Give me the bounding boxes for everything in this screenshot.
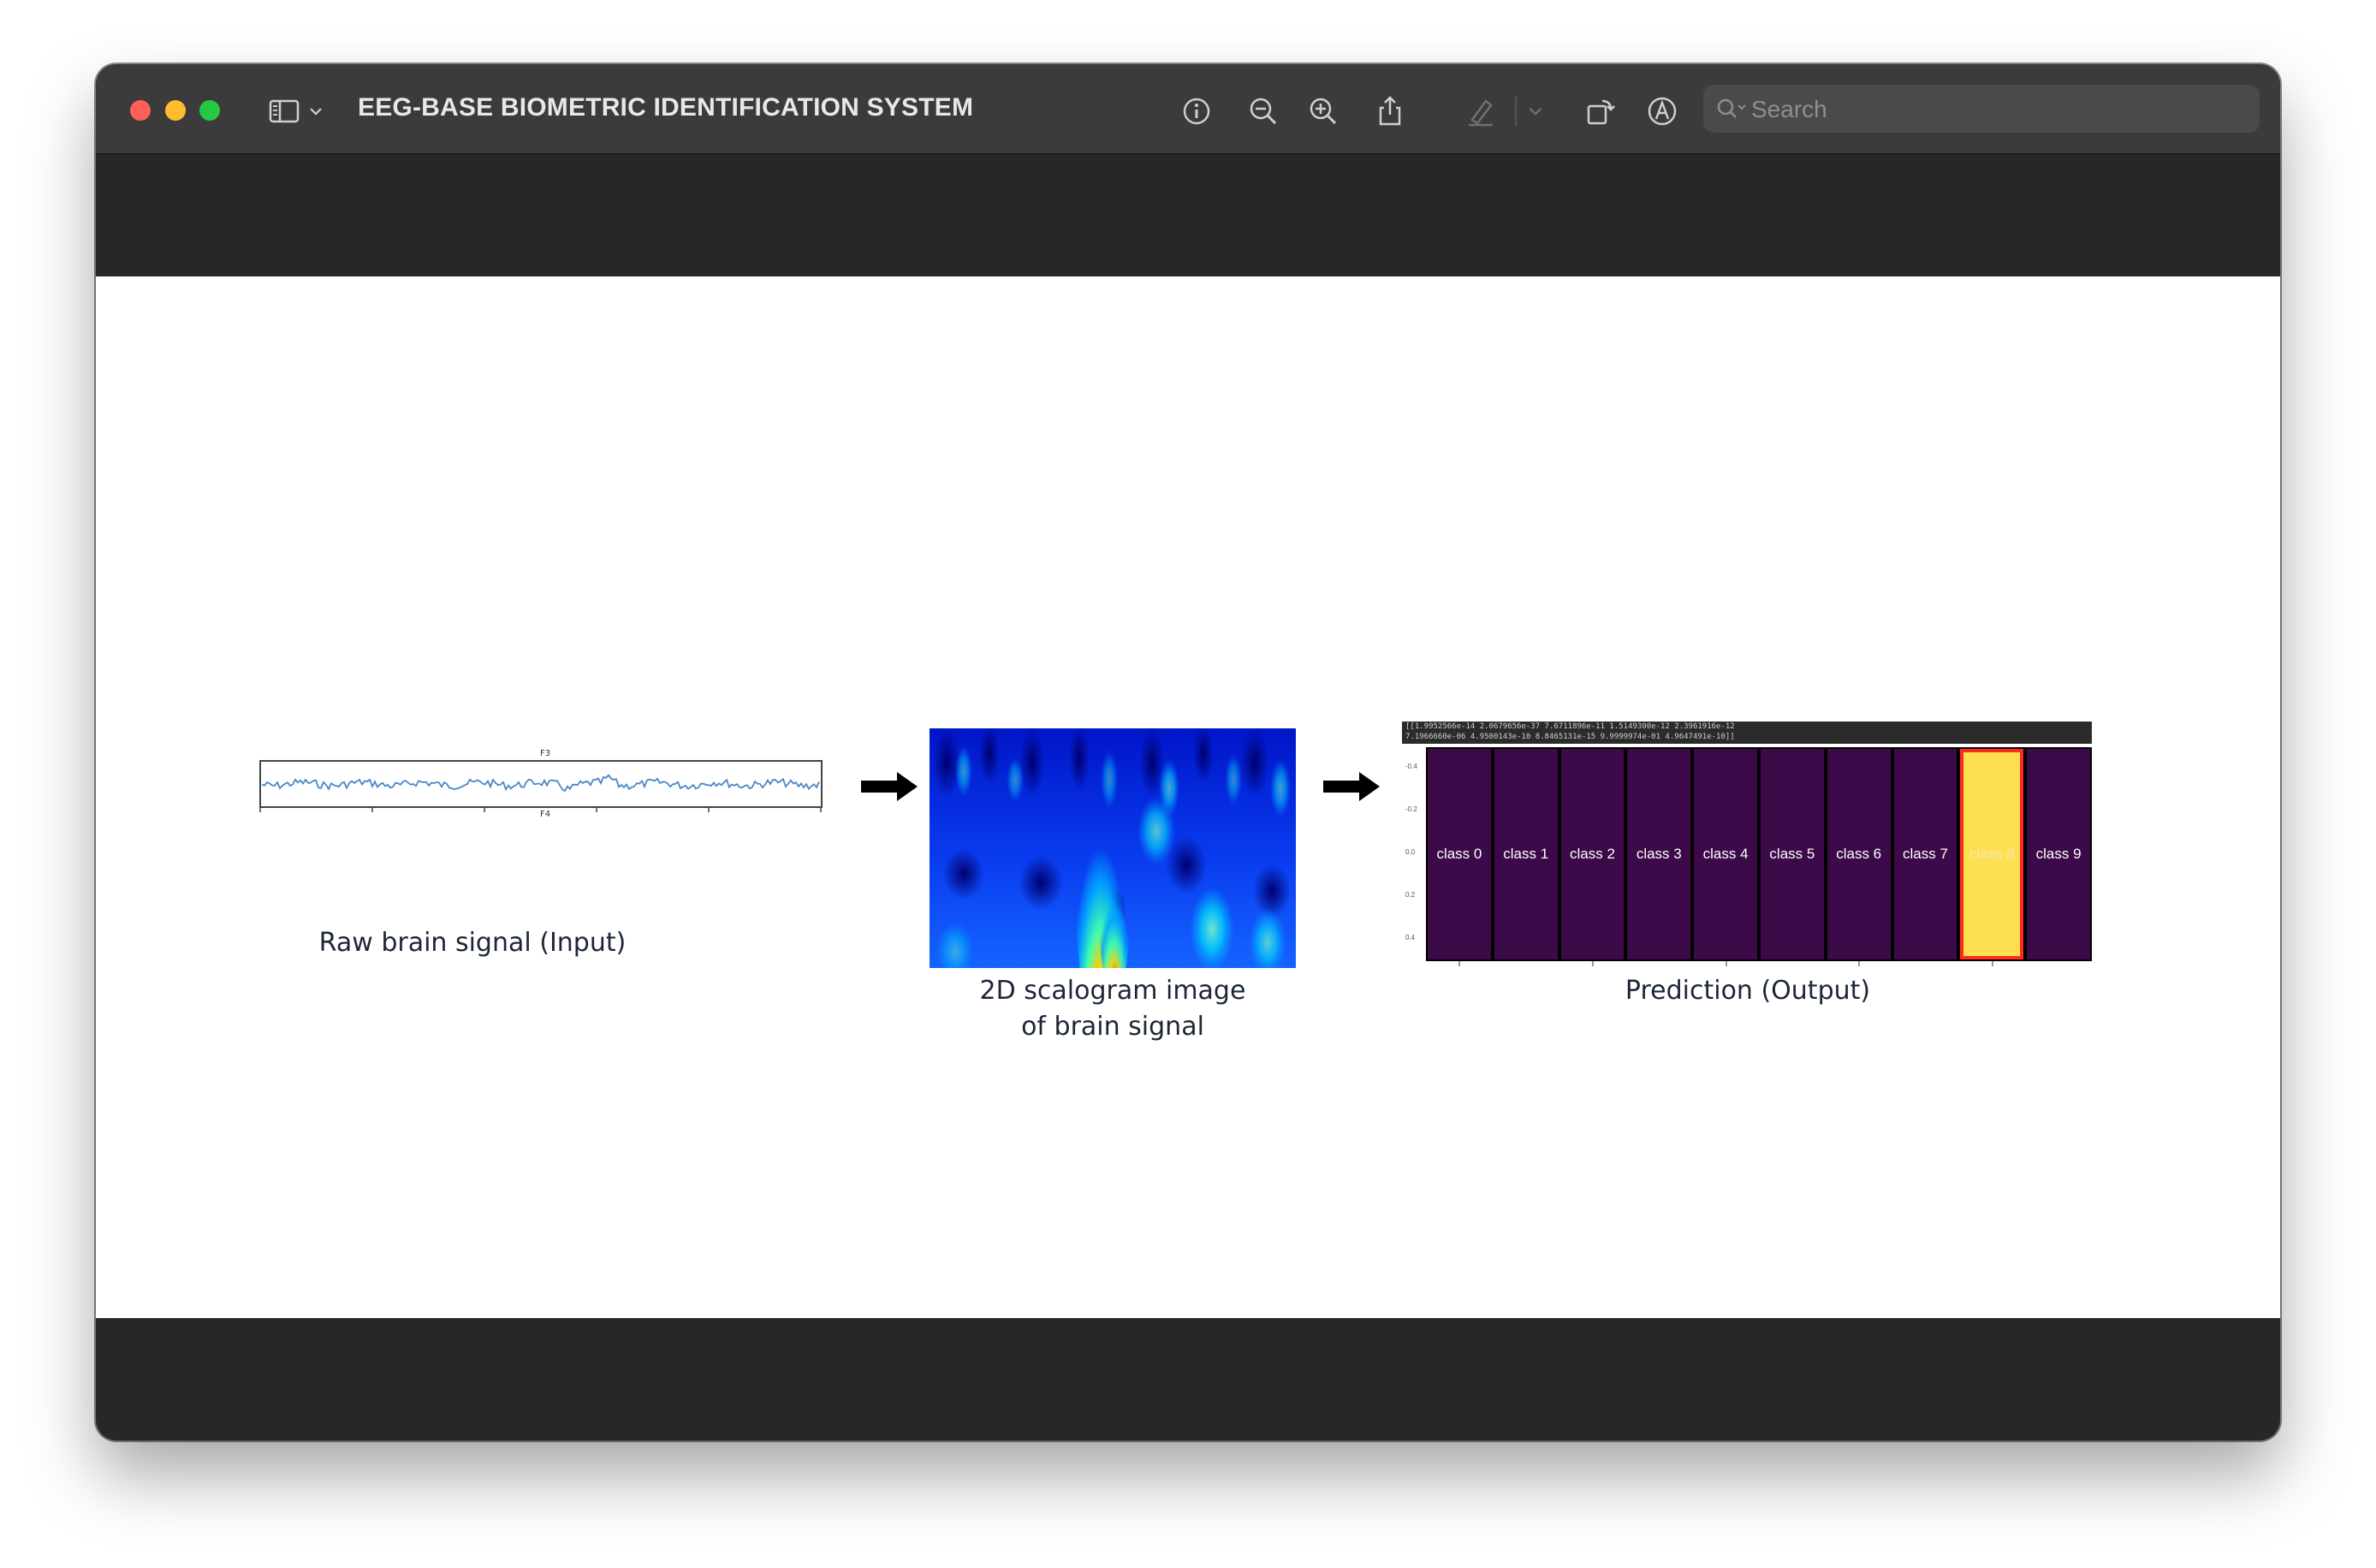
zoom-in-icon[interactable] (1304, 92, 1342, 130)
chevron-down-icon[interactable] (1522, 92, 1549, 130)
info-icon[interactable] (1178, 92, 1215, 130)
zoom-button[interactable] (199, 100, 220, 121)
input-caption: Raw brain signal (Input) (318, 928, 627, 958)
class-cell-3: class 3 (1627, 749, 1691, 959)
prediction-x-axis (1458, 961, 1993, 966)
class-cell-6: class 6 (1827, 749, 1891, 959)
scalogram-caption-line1: 2D scalogram image (979, 976, 1246, 1006)
sidebar-icon[interactable] (265, 92, 303, 130)
class-cell-5: class 5 (1760, 749, 1824, 959)
search-input[interactable] (1749, 85, 2249, 134)
window-title: EEG-BASE BIOMETRIC IDENTIFICATION SYSTEM (358, 93, 974, 122)
markup-icon[interactable] (1643, 92, 1681, 130)
arrow-right-icon (1323, 772, 1380, 801)
channel-label-bottom: F4 (540, 810, 550, 819)
scalogram-image (930, 728, 1296, 968)
arrow-right-icon (861, 772, 918, 801)
search-icon (1717, 98, 1746, 118)
class-probability-row: class 0 class 1 class 2 class 3 class 4 class… (1426, 747, 2092, 961)
class-cell-2: class 2 (1560, 749, 1625, 959)
minimize-button[interactable] (165, 100, 186, 121)
scalogram-caption-line2: of brain signal (1021, 1012, 1204, 1042)
zoom-out-icon[interactable] (1244, 92, 1282, 130)
class-cell-0: class 0 (1428, 749, 1491, 959)
printout-line-2: 7.1966660e-06 4.9500143e-10 8.8465131e-1… (1405, 733, 1735, 741)
close-button[interactable] (130, 100, 151, 121)
prediction-y-axis: -0.4 -0.2 0.0 0.2 0.4 (1405, 763, 1417, 941)
highlighter-icon[interactable] (1462, 92, 1500, 130)
title-bar: EEG-BASE BIOMETRIC IDENTIFICATION SYSTEM (96, 64, 2280, 155)
raw-signal-plot: F3 F4 (259, 749, 823, 819)
prediction-printout: [[1.9952566e-14 2.0679656e-37 7.6711896e… (1402, 722, 2092, 744)
prediction-panel: [[1.9952566e-14 2.0679656e-37 7.6711896e… (1402, 722, 2092, 968)
preview-window: EEG-BASE BIOMETRIC IDENTIFICATION SYSTEM (96, 64, 2280, 1440)
class-cell-9: class 9 (2027, 749, 2090, 959)
document-page: F3 F4 Raw brain signal (Input) 2D scalog… (96, 276, 2280, 1318)
rotate-icon[interactable] (1582, 92, 1619, 130)
scalogram-caption: 2D scalogram image of brain signal (887, 973, 1339, 1045)
class-cell-7: class 7 (1893, 749, 1957, 959)
class-cell-1: class 1 (1494, 749, 1558, 959)
output-caption: Prediction (Output) (1625, 976, 1871, 1006)
share-icon[interactable] (1371, 92, 1409, 130)
toolbar-separator (1515, 97, 1517, 126)
channel-label-top: F3 (540, 749, 550, 758)
chevron-down-icon[interactable] (303, 92, 329, 130)
class-cell-4: class 4 (1694, 749, 1757, 959)
class-cell-8: class 8 (1960, 749, 2024, 959)
search-field[interactable] (1703, 85, 2260, 134)
printout-line-1: [[1.9952566e-14 2.0679656e-37 7.6711896e… (1405, 722, 1735, 731)
